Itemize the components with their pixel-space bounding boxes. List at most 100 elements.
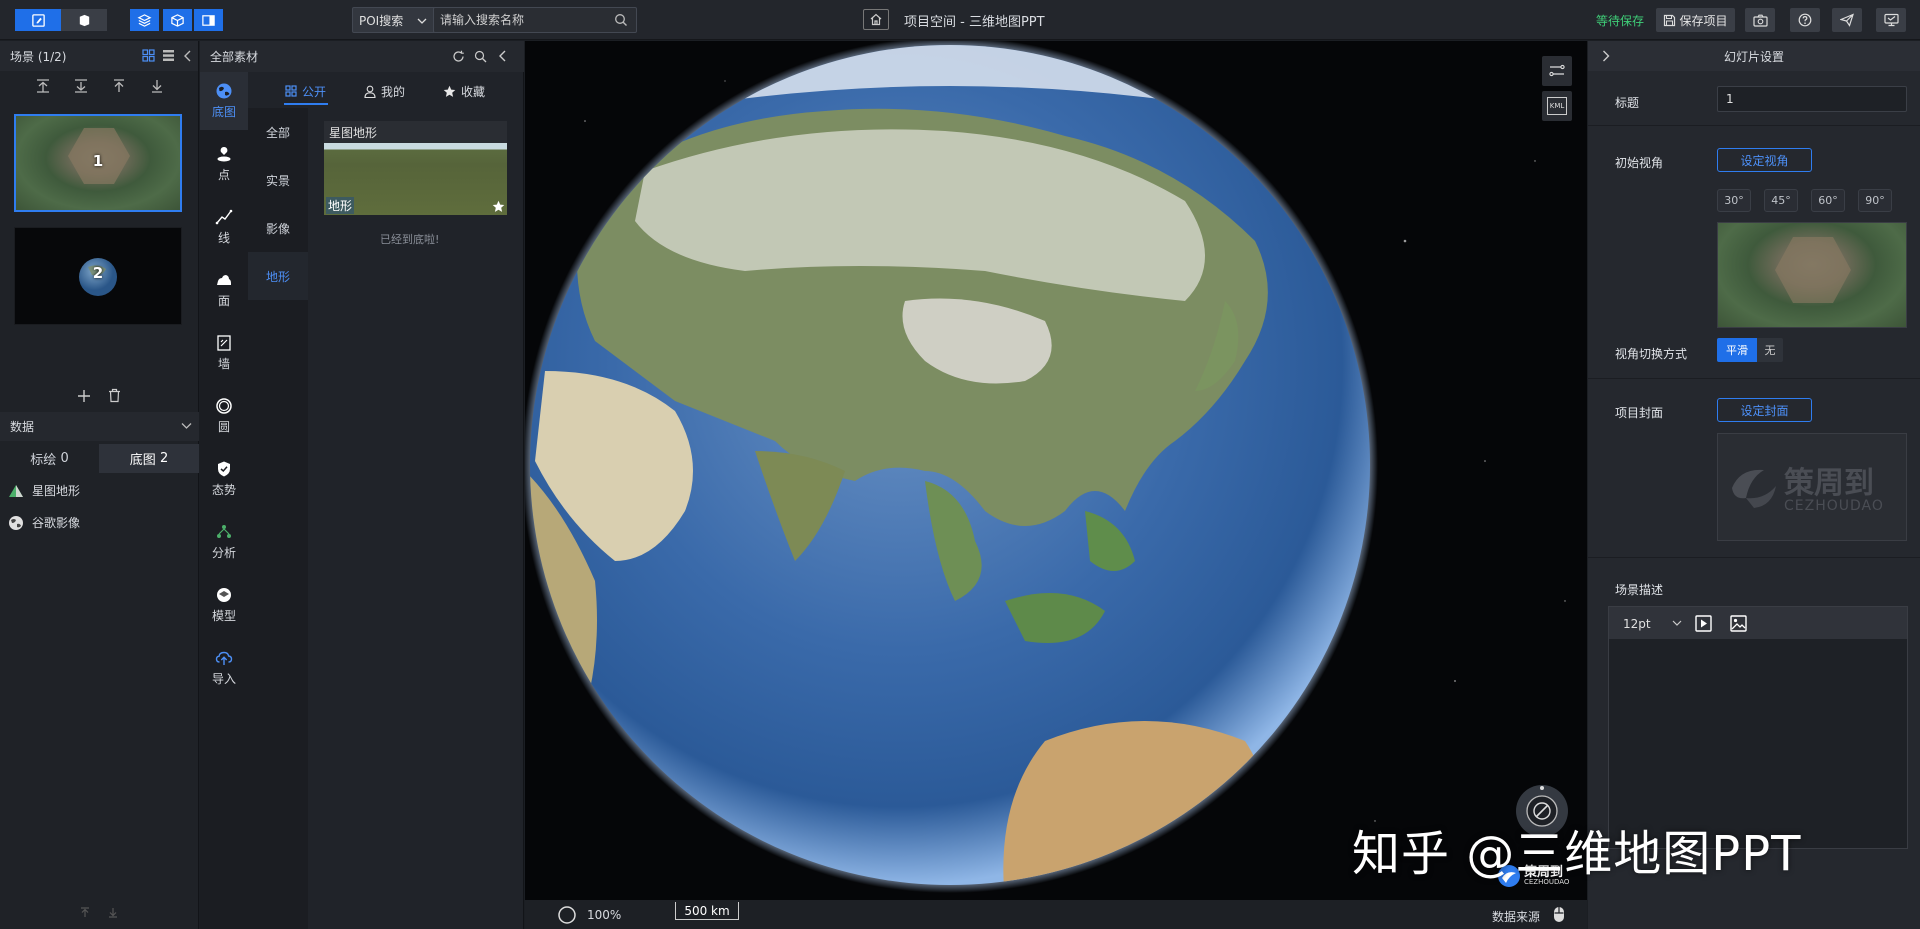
poi-select[interactable]: POI搜索 <box>352 7 436 33</box>
grid-view-icon[interactable] <box>142 49 155 62</box>
end-of-list-message: 已经到底啦! <box>380 233 440 246</box>
tab-mine-label: 我的 <box>381 84 406 99</box>
share-button[interactable] <box>1832 8 1862 32</box>
add-scene-icon[interactable] <box>77 389 91 403</box>
tool-situation[interactable]: 态势 <box>200 450 248 508</box>
tool-model[interactable]: 模型 <box>200 576 248 634</box>
layers-button[interactable] <box>130 9 159 31</box>
tool-label: 墙 <box>217 357 230 371</box>
scene-thumbnail-1[interactable]: 1 <box>14 114 182 212</box>
list-item[interactable]: 谷歌影像 <box>8 514 80 531</box>
screenshot-button[interactable] <box>1745 8 1775 32</box>
tool-line[interactable]: 线 <box>200 198 248 256</box>
tool-wall[interactable]: 墙 <box>200 324 248 382</box>
refresh-icon[interactable] <box>452 50 465 63</box>
map-viewport[interactable]: KML 策周到 CEZHOUDAO <box>525 41 1587 900</box>
tool-import[interactable]: 导入 <box>200 639 248 697</box>
set-cover-button[interactable]: 设定封面 <box>1717 398 1812 422</box>
star-icon[interactable] <box>492 200 505 213</box>
kml-button[interactable]: KML <box>1542 91 1572 121</box>
scene-panel-title: 场景 (1/2) <box>10 49 67 64</box>
material-card[interactable]: 星图地形 地形 <box>324 121 507 215</box>
scene-thumbnail-2[interactable]: 2 <box>14 227 182 325</box>
insert-image-icon[interactable] <box>1730 615 1747 632</box>
move-up-icon[interactable] <box>111 78 127 94</box>
category-all[interactable]: 全部 <box>248 108 308 156</box>
set-view-button[interactable]: 设定视角 <box>1717 148 1812 172</box>
tab-basemap[interactable]: 底图 2 <box>99 444 199 473</box>
scale-bar-label: 500 km <box>684 903 730 918</box>
cover-preview: 策周到 CEZHOUDAO <box>1717 433 1907 541</box>
home-button[interactable] <box>863 9 889 30</box>
preview-mode-button[interactable] <box>61 9 107 31</box>
set-view-label: 设定视角 <box>1740 153 1789 168</box>
monitor-icon <box>1883 13 1899 27</box>
category-label: 实景 <box>265 173 290 188</box>
globe-view[interactable] <box>525 41 1587 900</box>
tool-label: 模型 <box>211 609 236 623</box>
polyline-icon <box>215 209 233 225</box>
insert-video-icon[interactable] <box>1695 615 1712 632</box>
present-button[interactable] <box>1876 8 1906 32</box>
tab-favorites[interactable]: 收藏 <box>443 78 485 104</box>
angle-45-button[interactable]: 45° <box>1764 189 1798 212</box>
search-icon[interactable] <box>614 13 628 27</box>
arrow-up-icon[interactable] <box>80 907 90 918</box>
angle-90-button[interactable]: 90° <box>1858 189 1892 212</box>
chevron-down-icon[interactable] <box>181 422 192 430</box>
tool-analysis[interactable]: 分析 <box>200 513 248 571</box>
tool-basemap[interactable]: 底图 <box>200 72 248 130</box>
tool-circle[interactable]: 圆 <box>200 387 248 445</box>
transition-smooth-option[interactable]: 平滑 <box>1717 338 1757 362</box>
panel-toggle-button[interactable] <box>194 9 223 31</box>
zoom-level: 100% <box>587 908 622 922</box>
tab-plotting[interactable]: 标绘 0 <box>0 444 99 473</box>
save-status: 等待保存 <box>1596 14 1645 28</box>
tab-mine[interactable]: 我的 <box>364 78 405 104</box>
search-icon[interactable] <box>474 50 487 63</box>
chevron-right-icon[interactable] <box>1602 50 1610 62</box>
data-section-header[interactable]: 数据 <box>0 412 199 441</box>
category-imagery[interactable]: 影像 <box>248 204 308 252</box>
watermark: 知乎 @三维地图PPT <box>1352 826 1802 882</box>
delete-scene-icon[interactable] <box>108 388 121 403</box>
list-item[interactable]: 星图地形 <box>8 482 80 499</box>
data-source-link[interactable]: 数据来源 <box>1492 908 1540 925</box>
cloud-upload-icon <box>215 651 233 665</box>
wall-icon <box>217 335 231 351</box>
layer-control-button[interactable] <box>1542 56 1572 86</box>
tool-polygon[interactable]: 面 <box>200 261 248 319</box>
transition-none-option[interactable]: 无 <box>1757 338 1783 362</box>
divider <box>1588 557 1920 558</box>
help-button[interactable] <box>1790 8 1820 32</box>
collapse-left-icon[interactable] <box>498 50 507 62</box>
angle-60-button[interactable]: 60° <box>1811 189 1845 212</box>
list-view-icon[interactable] <box>162 49 175 62</box>
tool-label: 线 <box>217 231 230 245</box>
category-terrain[interactable]: 地形 <box>248 252 308 300</box>
cover-logo-text: 策周到 <box>1784 466 1874 501</box>
model-button[interactable] <box>163 9 192 31</box>
move-to-bottom-icon[interactable] <box>73 78 89 94</box>
edit-mode-button[interactable] <box>15 9 61 31</box>
chevron-down-icon[interactable] <box>1672 620 1682 627</box>
tool-point[interactable]: 点 <box>200 135 248 193</box>
tab-public[interactable]: 公开 <box>285 78 326 104</box>
collapse-left-icon[interactable] <box>183 50 192 62</box>
slide-title-input[interactable] <box>1717 86 1907 112</box>
title-label: 标题 <box>1615 96 1640 110</box>
category-reality[interactable]: 实景 <box>248 156 308 204</box>
move-down-icon[interactable] <box>149 78 165 94</box>
save-project-button[interactable]: 保存项目 <box>1656 8 1735 32</box>
font-size-select[interactable]: 12pt <box>1623 617 1651 631</box>
grid-icon <box>285 85 297 97</box>
tool-label: 面 <box>217 294 230 308</box>
cube-icon <box>79 14 89 26</box>
search-input[interactable] <box>433 7 637 33</box>
divider <box>1588 125 1920 126</box>
data-item-label: 星图地形 <box>32 484 81 498</box>
arrow-down-icon[interactable] <box>108 907 118 918</box>
angle-30-button[interactable]: 30° <box>1717 189 1751 212</box>
star-icon <box>443 85 456 97</box>
move-to-top-icon[interactable] <box>35 78 51 94</box>
